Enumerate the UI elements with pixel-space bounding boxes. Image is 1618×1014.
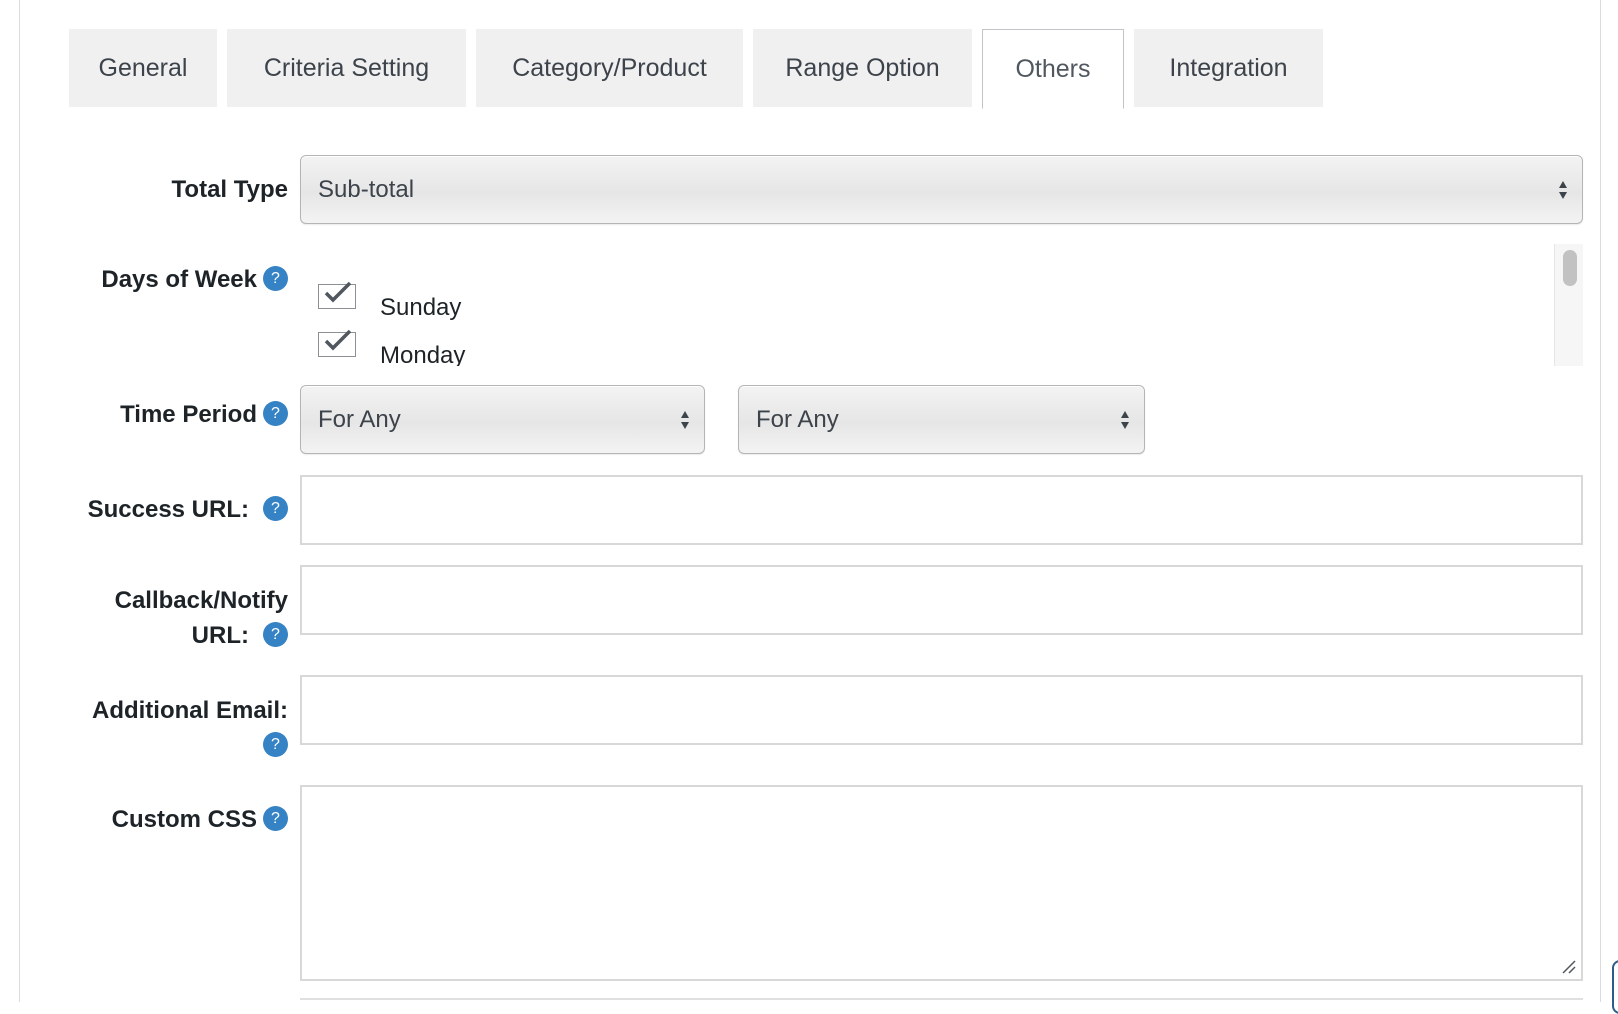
additional-email-help: ? xyxy=(257,728,288,764)
time-period-label: Time Period? xyxy=(120,397,288,433)
additional-email-label: Additional Email: xyxy=(91,697,288,724)
success-url-label: Success URL:? xyxy=(88,492,288,528)
select-arrows-icon xyxy=(1559,180,1567,199)
additional-email-input[interactable] xyxy=(300,675,1583,745)
days-of-week-list[interactable]: Sunday Monday xyxy=(300,244,1583,366)
settings-panel: General Criteria Setting Category/Produc… xyxy=(19,0,1601,1002)
custom-css-label: Custom CSS? xyxy=(112,802,288,838)
time-from-value: For Any xyxy=(318,405,401,433)
help-icon[interactable]: ? xyxy=(263,496,288,522)
edge-widget xyxy=(1612,960,1618,1014)
tab-category-product[interactable]: Category/Product xyxy=(476,29,743,107)
total-type-select[interactable]: Sub-total xyxy=(300,155,1583,224)
settings-tabs: General Criteria Setting Category/Produc… xyxy=(69,29,1599,109)
tab-label: Category/Product xyxy=(512,54,707,82)
select-arrows-icon xyxy=(1121,410,1129,429)
tab-label: General xyxy=(98,54,188,82)
sunday-label: Sunday xyxy=(380,294,462,321)
tab-label: Integration xyxy=(1169,54,1288,82)
days-of-week-label: Days of Week? xyxy=(101,262,288,298)
scrollbar-thumb[interactable] xyxy=(1563,250,1577,286)
custom-css-textarea[interactable] xyxy=(300,785,1583,981)
time-period-from-select[interactable]: For Any xyxy=(300,385,705,454)
tab-integration[interactable]: Integration xyxy=(1134,29,1323,107)
tab-label: Criteria Setting xyxy=(263,54,430,82)
checkmark-icon xyxy=(324,281,352,303)
help-icon[interactable]: ? xyxy=(263,622,288,648)
tab-others[interactable]: Others xyxy=(982,29,1124,109)
callback-url-input[interactable] xyxy=(300,565,1583,635)
tab-general[interactable]: General xyxy=(69,29,217,107)
callback-url-label: Callback/Notify xyxy=(114,587,288,614)
days-list-scrollbar[interactable] xyxy=(1554,244,1583,366)
divider xyxy=(300,998,1583,1000)
help-icon[interactable]: ? xyxy=(263,266,288,292)
monday-checkbox[interactable] xyxy=(318,329,356,357)
sunday-checkbox[interactable] xyxy=(318,281,356,309)
callback-url-label-line2: URL:? xyxy=(192,618,288,654)
tab-range-option[interactable]: Range Option xyxy=(753,29,972,107)
time-to-value: For Any xyxy=(756,405,839,433)
help-icon[interactable]: ? xyxy=(263,732,288,758)
time-period-to-select[interactable]: For Any xyxy=(738,385,1145,454)
help-icon[interactable]: ? xyxy=(263,401,288,427)
checkmark-icon xyxy=(324,329,352,351)
success-url-input[interactable] xyxy=(300,475,1583,545)
total-type-value: Sub-total xyxy=(318,175,415,203)
total-type-label: Total Type xyxy=(171,176,288,203)
select-arrows-icon xyxy=(681,410,689,429)
help-icon[interactable]: ? xyxy=(263,806,288,832)
monday-label: Monday xyxy=(380,342,466,366)
resize-handle-icon[interactable] xyxy=(1561,959,1577,975)
day-option-monday[interactable]: Monday xyxy=(318,329,466,366)
day-option-sunday[interactable]: Sunday xyxy=(318,281,462,322)
tab-label: Range Option xyxy=(785,54,940,82)
tab-criteria-setting[interactable]: Criteria Setting xyxy=(227,29,466,107)
tab-label: Others xyxy=(1015,54,1091,83)
